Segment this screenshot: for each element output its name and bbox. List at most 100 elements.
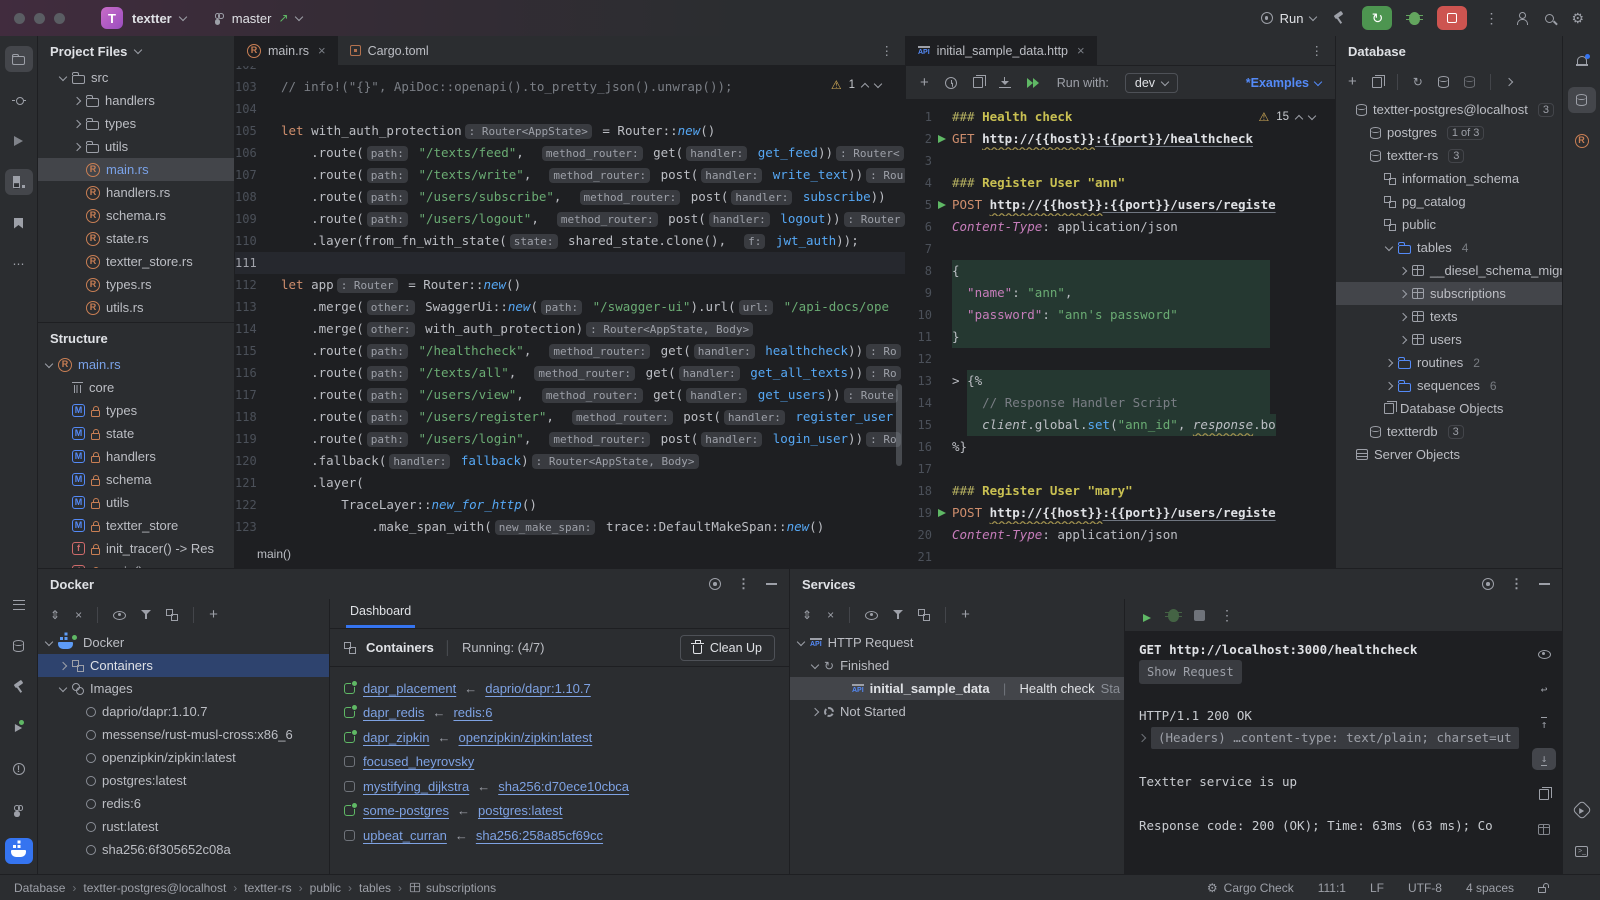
run-request-gutter-icon[interactable]: [932, 128, 952, 150]
tree-item[interactable]: ↻ Finished: [790, 654, 1124, 677]
container-row[interactable]: upbeat_curran ← sha256:258a85cf69cc: [344, 823, 789, 848]
code-line[interactable]: 117 .route(path: "/users/view", method_r…: [235, 384, 905, 406]
headers-folded-line[interactable]: (Headers) …content-type: text/plain; cha…: [1151, 727, 1519, 749]
examples-doc-button[interactable]: [972, 75, 986, 88]
code-line[interactable]: 14 // Response Handler Script: [906, 392, 1335, 414]
tree-item[interactable]: Rtextter_store.rs: [38, 250, 234, 273]
http-code-editor[interactable]: 1 ### Health check 2 GET http://{{host}}:{{…: [906, 100, 1335, 568]
scroll-to-top-icon[interactable]: ↑: [1532, 713, 1556, 735]
code-line[interactable]: 109 .route(path: "/users/logout", method…: [235, 208, 905, 230]
tab-dashboard[interactable]: Dashboard: [346, 604, 416, 628]
tree-item[interactable]: postgres 1 of 3: [1336, 121, 1562, 144]
tree-item[interactable]: users: [1336, 328, 1562, 351]
project-selector[interactable]: textter: [132, 11, 172, 26]
tree-item[interactable]: Rhandlers.rs: [38, 181, 234, 204]
container-image-link[interactable]: redis:6: [453, 705, 492, 720]
container-image-link[interactable]: daprio/dapr:1.10.7: [485, 681, 591, 696]
bookmarks-tool-button[interactable]: [5, 210, 33, 236]
code-with-me-button[interactable]: [1516, 12, 1529, 25]
tree-toggle-icon[interactable]: [72, 142, 82, 151]
collapse-all-icon[interactable]: ×: [827, 608, 834, 622]
code-line[interactable]: 114 .merge(other: with_auth_protection):…: [235, 318, 905, 340]
read-write-lock-icon[interactable]: [1538, 883, 1549, 893]
group-icon[interactable]: [918, 609, 931, 621]
tree-item[interactable]: f init_tracer() -> Res: [38, 537, 234, 560]
problems-tool-button[interactable]: !: [5, 756, 33, 782]
http-editor-options-button[interactable]: ⋮: [1311, 43, 1324, 58]
container-image-link[interactable]: openzipkin/zipkin:latest: [459, 730, 593, 745]
tree-item[interactable]: API HTTP Request: [790, 631, 1124, 654]
code-line[interactable]: 2 GET http://{{host}}:{{port}}/healthchec…: [906, 128, 1335, 150]
import-requests-button[interactable]: [998, 77, 1011, 88]
tree-item[interactable]: __diesel_schema_migr: [1336, 259, 1562, 282]
branch-selector[interactable]: master ↗: [214, 11, 303, 26]
window-mode-icon[interactable]: [709, 578, 721, 590]
expand-all-icon[interactable]: ⇕: [802, 608, 812, 622]
code-line[interactable]: 108 .route(path: "/users/subscribe", met…: [235, 186, 905, 208]
container-row[interactable]: some-postgres ← postgres:latest: [344, 799, 789, 824]
code-line[interactable]: 102: [235, 66, 905, 76]
tree-item[interactable]: Rmain.rs: [38, 353, 234, 376]
caret-position[interactable]: 111:1: [1318, 881, 1346, 895]
code-line[interactable]: 20 Content-Type: application/json: [906, 524, 1335, 546]
breadcrumb-item[interactable]: textter-rs: [244, 881, 291, 895]
code-line[interactable]: 105 let with_auth_protection: Router<AppS…: [235, 120, 905, 142]
container-row[interactable]: dapr_zipkin ← openzipkin/zipkin:latest: [344, 725, 789, 750]
project-tool-button[interactable]: [4, 46, 33, 72]
http-response-console[interactable]: GET http://localhost:3000/healthcheck Sho…: [1125, 631, 1562, 874]
code-line[interactable]: 17: [906, 458, 1335, 480]
database-changes-tool-button[interactable]: [5, 633, 33, 659]
terminal-tool-button[interactable]: >_: [1568, 838, 1596, 864]
add-request-button[interactable]: +: [920, 75, 929, 90]
tree-item[interactable]: src: [38, 66, 234, 89]
container-image-link[interactable]: sha256:258a85cf69cc: [476, 828, 603, 843]
expand-all-icon[interactable]: ⇕: [50, 608, 60, 622]
tree-toggle-icon[interactable]: [72, 96, 82, 105]
run-request-gutter-icon[interactable]: [932, 194, 952, 216]
tree-toggle-icon[interactable]: [44, 359, 54, 368]
tab-http-file[interactable]: API initial_sample_data.http ×: [906, 36, 1097, 65]
new-datasource-button[interactable]: +: [1348, 74, 1357, 89]
tree-item[interactable]: postgres:latest: [38, 769, 329, 792]
code-line[interactable]: 103// info!("{}", ApiDoc::openapi().to_p…: [235, 76, 905, 98]
tree-item[interactable]: sequences 6: [1336, 374, 1562, 397]
run-configuration-selector[interactable]: Run: [1260, 11, 1318, 26]
tree-item[interactable]: rust:latest: [38, 815, 329, 838]
code-line[interactable]: 110 .layer(from_fn_with_state(state: sha…: [235, 230, 905, 252]
status-breadcrumb[interactable]: Database › textter-postgres@localhost › text…: [14, 881, 496, 895]
minimize-icon[interactable]: [766, 583, 777, 585]
docker-tool-button[interactable]: [4, 838, 33, 864]
add-connection-button[interactable]: +: [209, 607, 218, 622]
minimize-icon[interactable]: [1539, 583, 1550, 585]
tree-toggle-icon[interactable]: [1384, 381, 1394, 390]
code-line[interactable]: 15 client.global.set("ann_id", response.…: [906, 414, 1335, 436]
cargo-check-status[interactable]: ⚙ Cargo Check: [1207, 881, 1294, 895]
code-line[interactable]: 106 .route(path: "/texts/feed", method_r…: [235, 142, 905, 164]
indent-indicator[interactable]: 4 spaces: [1466, 881, 1514, 895]
tree-toggle-icon[interactable]: [1398, 266, 1408, 275]
breadcrumb-item[interactable]: tables: [359, 881, 391, 895]
console-options-button[interactable]: ⋮: [1220, 607, 1235, 624]
tree-toggle-icon[interactable]: [1384, 242, 1394, 251]
breadcrumb-item[interactable]: public: [310, 881, 341, 895]
services-window-options-button[interactable]: ⋮: [1510, 576, 1523, 592]
tree-item[interactable]: Containers: [38, 654, 329, 677]
tree-item[interactable]: routines 2: [1336, 351, 1562, 374]
tree-toggle-icon[interactable]: [796, 637, 806, 646]
rerun-button[interactable]: ↻: [1362, 6, 1393, 30]
code-line[interactable]: 3: [906, 150, 1335, 172]
code-editor[interactable]: 102103// info!("{}", ApiDoc::openapi().t…: [235, 66, 905, 540]
window-mode-icon[interactable]: [1482, 578, 1494, 590]
tree-item[interactable]: textter-postgres@localhost 3: [1336, 98, 1562, 121]
encoding-indicator[interactable]: UTF-8: [1408, 881, 1442, 895]
project-files-header[interactable]: Project Files: [38, 36, 234, 66]
tree-toggle-icon[interactable]: [1384, 358, 1394, 367]
code-line[interactable]: 5 POST http://{{host}}:{{port}}/users/reg…: [906, 194, 1335, 216]
container-image-link[interactable]: sha256:d70ece10cbca: [498, 779, 629, 794]
tree-item[interactable]: pg_catalog: [1336, 190, 1562, 213]
tree-toggle-icon[interactable]: [44, 637, 54, 646]
run-request-gutter-icon[interactable]: [932, 502, 952, 524]
preview-eye-icon[interactable]: [1532, 643, 1556, 665]
tree-item[interactable]: Rutils.rs: [38, 296, 234, 319]
code-line[interactable]: 118 .route(path: "/users/register", meth…: [235, 406, 905, 428]
